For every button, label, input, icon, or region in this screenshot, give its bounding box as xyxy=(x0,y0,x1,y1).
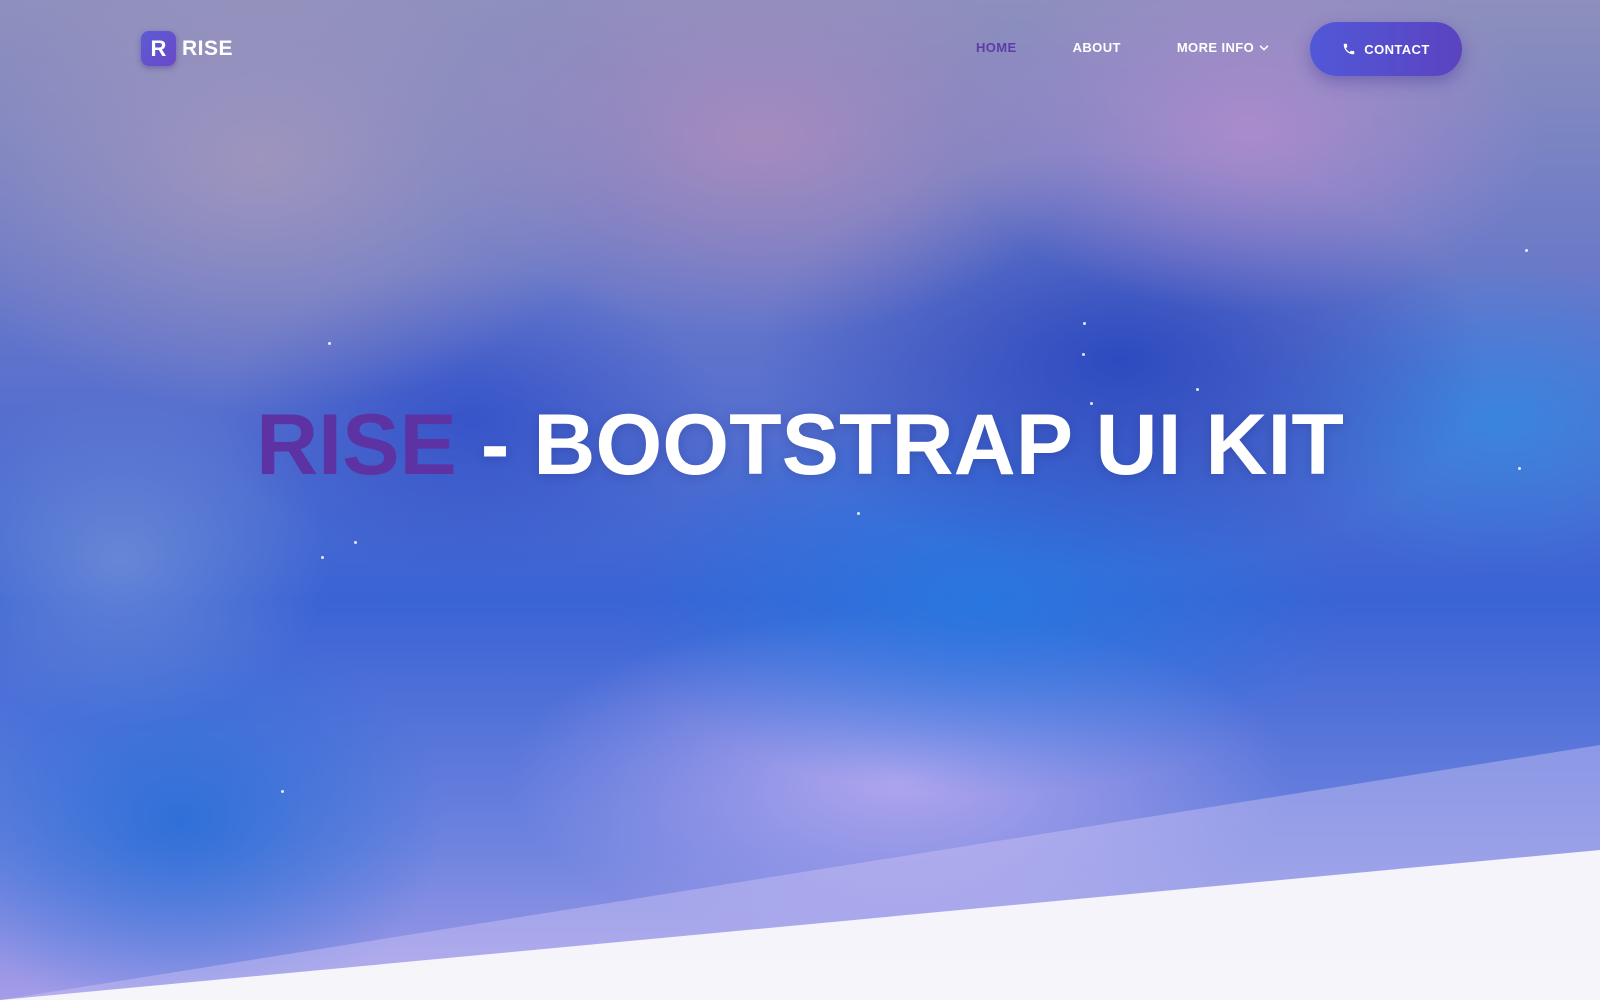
hero-title-rest: - BOOTSTRAP UI KIT xyxy=(456,397,1344,493)
contact-button-label: CONTACT xyxy=(1364,41,1430,57)
chevron-down-icon xyxy=(1259,45,1269,51)
nav-item-more-info[interactable]: MORE INFO xyxy=(1177,38,1269,58)
brand-mark-icon: R xyxy=(141,31,176,66)
contact-button[interactable]: CONTACT xyxy=(1310,22,1462,76)
background-wedge-light xyxy=(0,745,1600,1000)
star-dot xyxy=(328,342,331,345)
star-dot xyxy=(1083,322,1086,325)
hero-section: RISE - BOOTSTRAP UI KIT xyxy=(0,0,1600,1000)
nav-item-home[interactable]: HOME xyxy=(976,38,1017,58)
star-dot xyxy=(1525,249,1528,252)
star-dot xyxy=(281,790,284,793)
top-navbar: R RISE HOME ABOUT MORE INFO CONTACT xyxy=(0,0,1600,96)
star-dot xyxy=(857,512,860,515)
brand-name: RISE xyxy=(182,36,234,60)
nav-item-about[interactable]: ABOUT xyxy=(1073,38,1121,58)
hero-title: RISE - BOOTSTRAP UI KIT xyxy=(0,395,1600,495)
star-dot xyxy=(354,541,357,544)
star-dot xyxy=(321,556,324,559)
nav-item-more-info-label: MORE INFO xyxy=(1176,40,1255,55)
star-dot xyxy=(1082,353,1085,356)
brand-logo-link[interactable]: R RISE xyxy=(141,31,233,66)
phone-icon xyxy=(1344,43,1355,55)
star-dot xyxy=(1196,388,1199,391)
nav-links: HOME ABOUT MORE INFO xyxy=(976,38,1325,58)
hero-title-accent: RISE xyxy=(256,397,457,493)
